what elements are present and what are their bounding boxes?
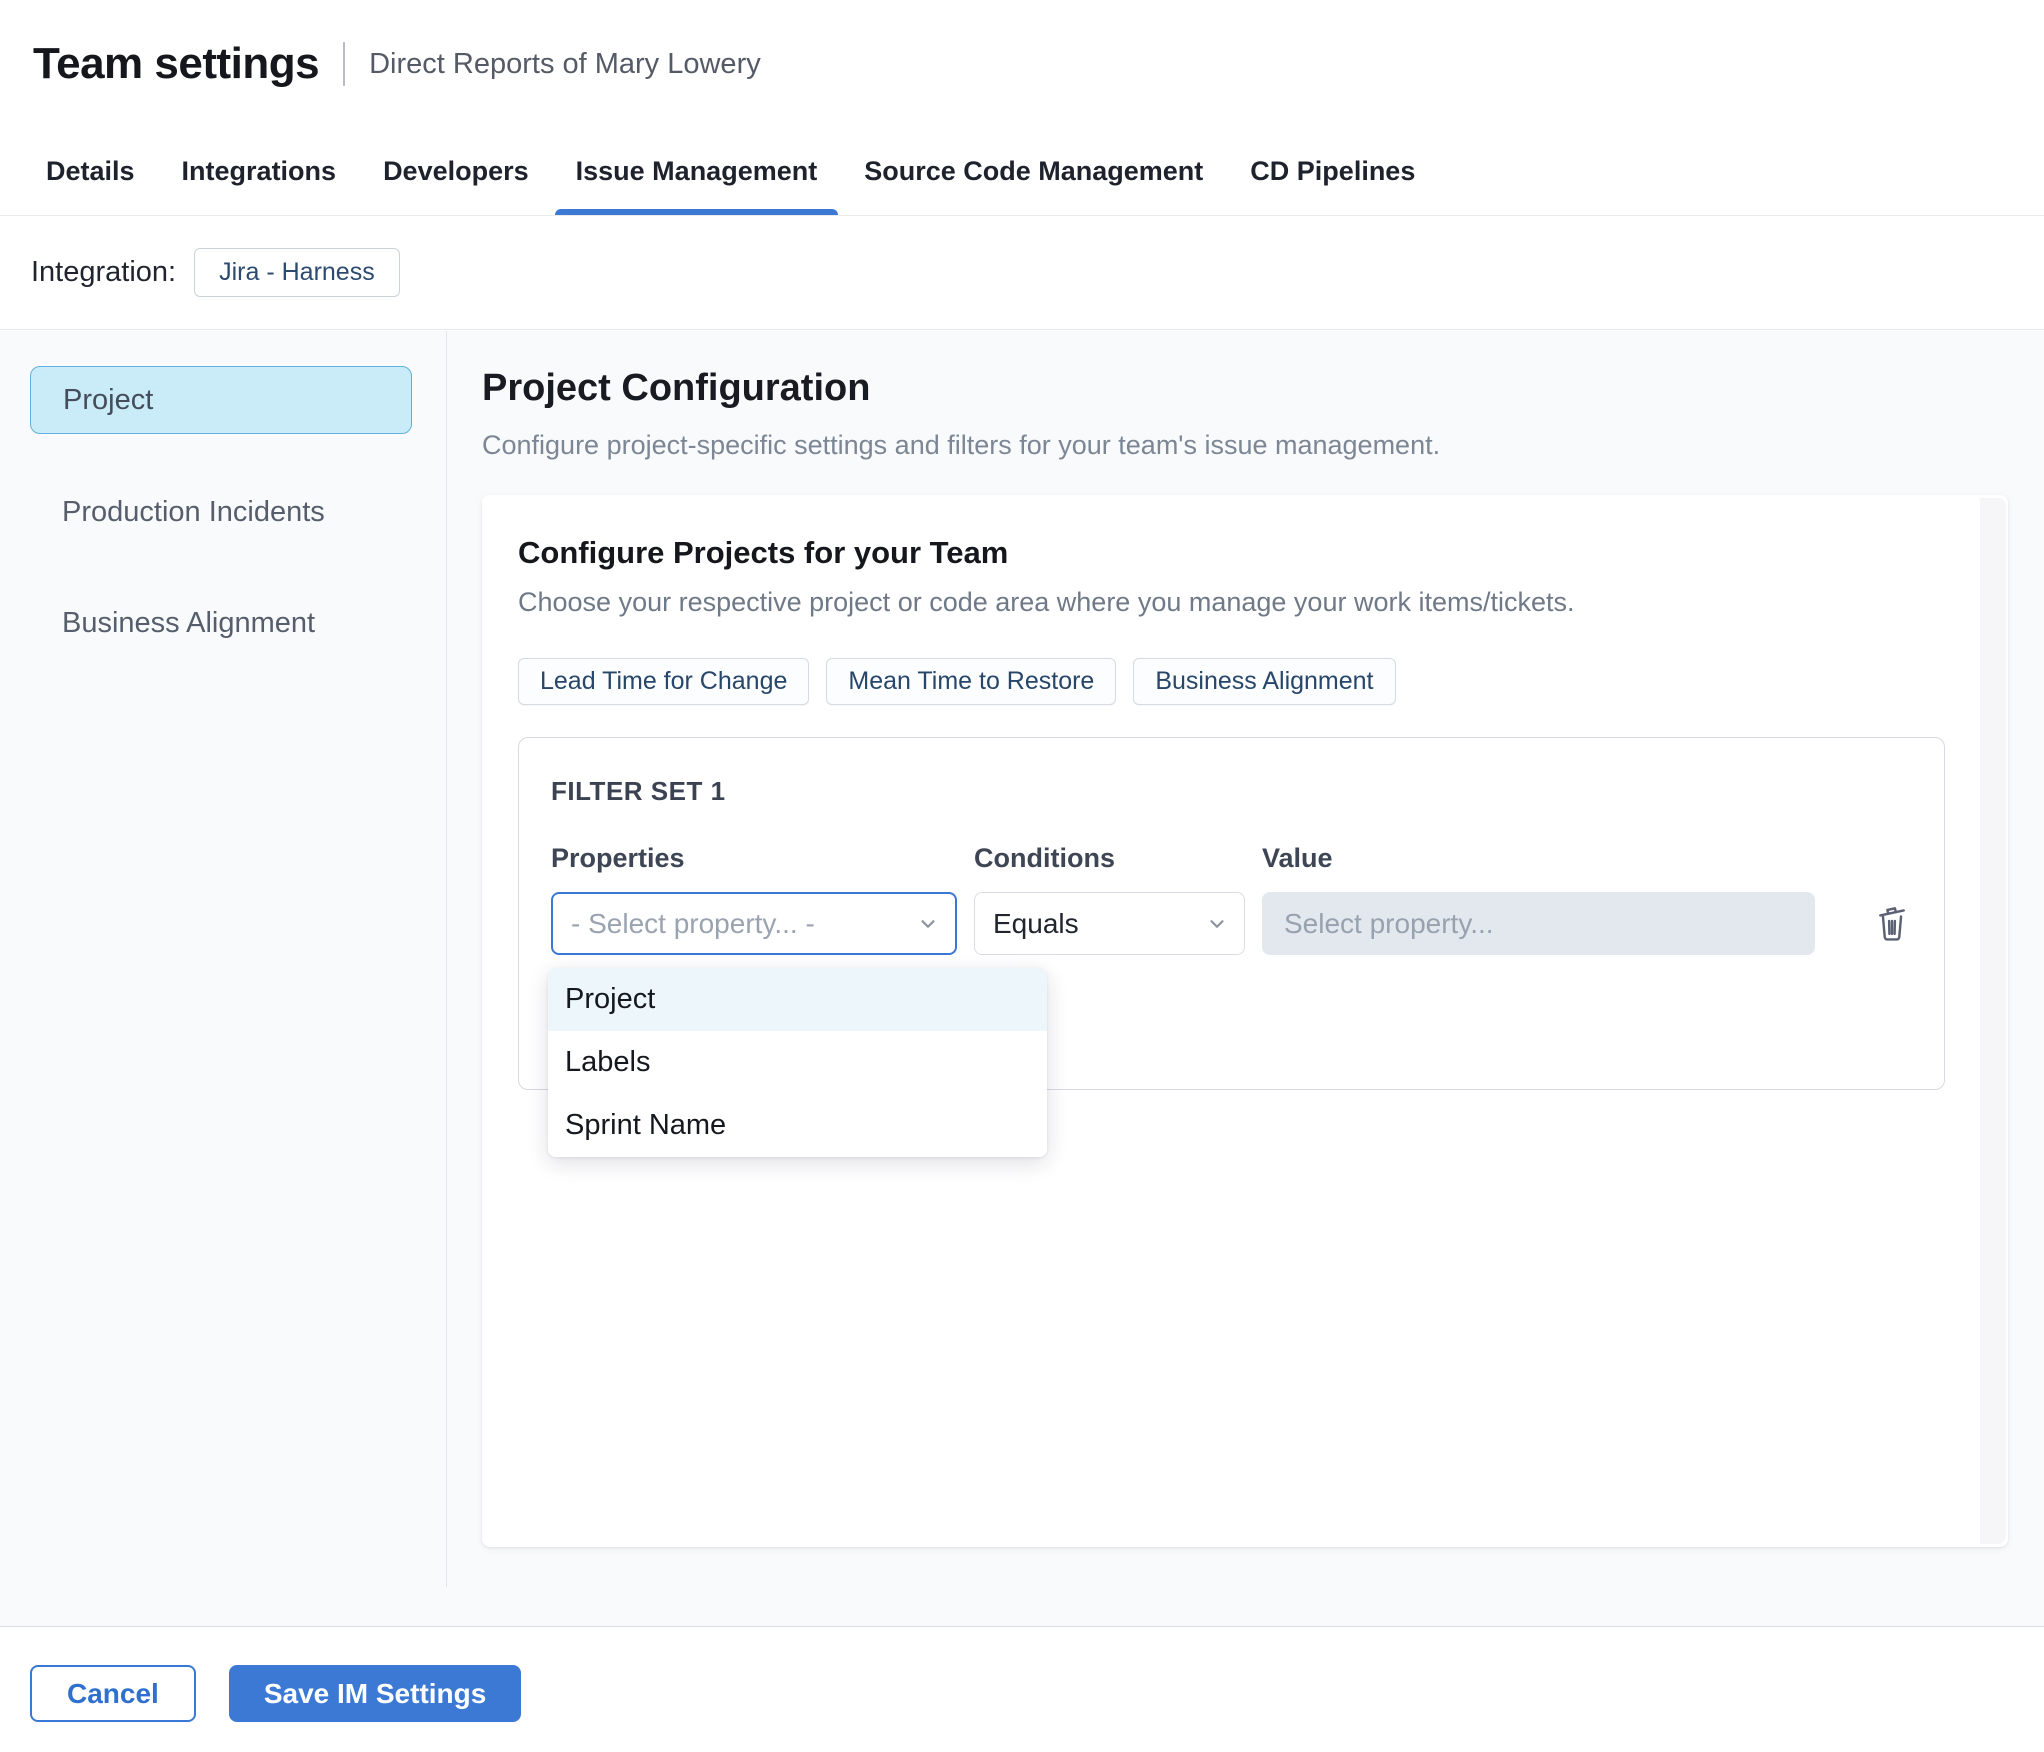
sidebar-item-project[interactable]: Project <box>30 366 412 434</box>
cancel-button[interactable]: Cancel <box>30 1665 196 1722</box>
trash-icon <box>1872 900 1912 947</box>
value-input-cell <box>1262 892 1815 955</box>
property-select[interactable]: - Select property... - <box>551 892 957 955</box>
page-header: Team settings Direct Reports of Mary Low… <box>0 0 2044 128</box>
chevron-down-icon <box>1206 913 1228 935</box>
sidebar-item-business-alignment[interactable]: Business Alignment <box>62 607 447 640</box>
team-settings-page: Team settings Direct Reports of Mary Low… <box>0 0 2044 1752</box>
dropdown-option-sprint-name[interactable]: Sprint Name <box>548 1094 1047 1157</box>
section-title: Project Configuration <box>482 367 871 409</box>
filter-grid: Properties Conditions Value - Select pro… <box>551 843 1912 955</box>
title-divider <box>343 42 346 86</box>
main-panel: Project Configuration Configure project-… <box>447 331 2044 1626</box>
card-scrollbar-track[interactable] <box>1980 498 2006 1544</box>
tab-developers[interactable]: Developers <box>383 128 529 215</box>
column-label-value: Value <box>1262 843 1333 873</box>
footer-action-bar: Cancel Save IM Settings <box>0 1626 2044 1752</box>
chip-business-alignment[interactable]: Business Alignment <box>1133 658 1396 705</box>
dropdown-option-project[interactable]: Project <box>548 968 1047 1031</box>
settings-sidebar: Project Production Incidents Business Al… <box>0 331 447 1626</box>
section-description: Configure project-specific settings and … <box>482 430 1441 460</box>
content-region: Project Production Incidents Business Al… <box>0 331 2044 1626</box>
tab-details[interactable]: Details <box>46 128 135 215</box>
filter-set-title: FILTER SET 1 <box>551 776 726 806</box>
tab-bar: Details Integrations Developers Issue Ma… <box>0 128 2044 216</box>
integration-chip-jira-harness[interactable]: Jira - Harness <box>194 248 400 297</box>
save-im-settings-button[interactable]: Save IM Settings <box>228 1665 522 1722</box>
chip-lead-time-for-change[interactable]: Lead Time for Change <box>518 658 810 705</box>
chip-mean-time-to-restore[interactable]: Mean Time to Restore <box>826 658 1117 705</box>
delete-filter-row-button[interactable] <box>1832 900 1912 947</box>
value-input[interactable] <box>1262 892 1815 955</box>
column-label-conditions: Conditions <box>974 843 1115 873</box>
condition-select-value: Equals <box>993 907 1079 939</box>
chevron-down-icon <box>917 913 939 935</box>
tab-source-code-management[interactable]: Source Code Management <box>864 128 1203 215</box>
column-label-properties: Properties <box>551 843 685 873</box>
tab-integrations[interactable]: Integrations <box>182 128 337 215</box>
configure-projects-card: Configure Projects for your Team Choose … <box>482 495 2008 1547</box>
sidebar-item-production-incidents[interactable]: Production Incidents <box>62 496 447 529</box>
page-subtitle: Direct Reports of Mary Lowery <box>369 47 761 80</box>
integration-label: Integration: <box>31 256 177 288</box>
property-select-dropdown: Project Labels Sprint Name <box>548 968 1047 1157</box>
tab-cd-pipelines[interactable]: CD Pipelines <box>1250 128 1415 215</box>
page-title: Team settings <box>33 39 320 88</box>
integration-row: Integration: Jira - Harness <box>0 216 2044 330</box>
condition-select[interactable]: Equals <box>974 892 1245 955</box>
card-title: Configure Projects for your Team <box>518 535 1009 570</box>
tab-issue-management[interactable]: Issue Management <box>554 128 838 215</box>
dropdown-option-labels[interactable]: Labels <box>548 1031 1047 1094</box>
metric-chips: Lead Time for Change Mean Time to Restor… <box>518 658 2008 705</box>
property-select-value: - Select property... - <box>571 907 815 939</box>
card-subtitle: Choose your respective project or code a… <box>518 587 1575 617</box>
